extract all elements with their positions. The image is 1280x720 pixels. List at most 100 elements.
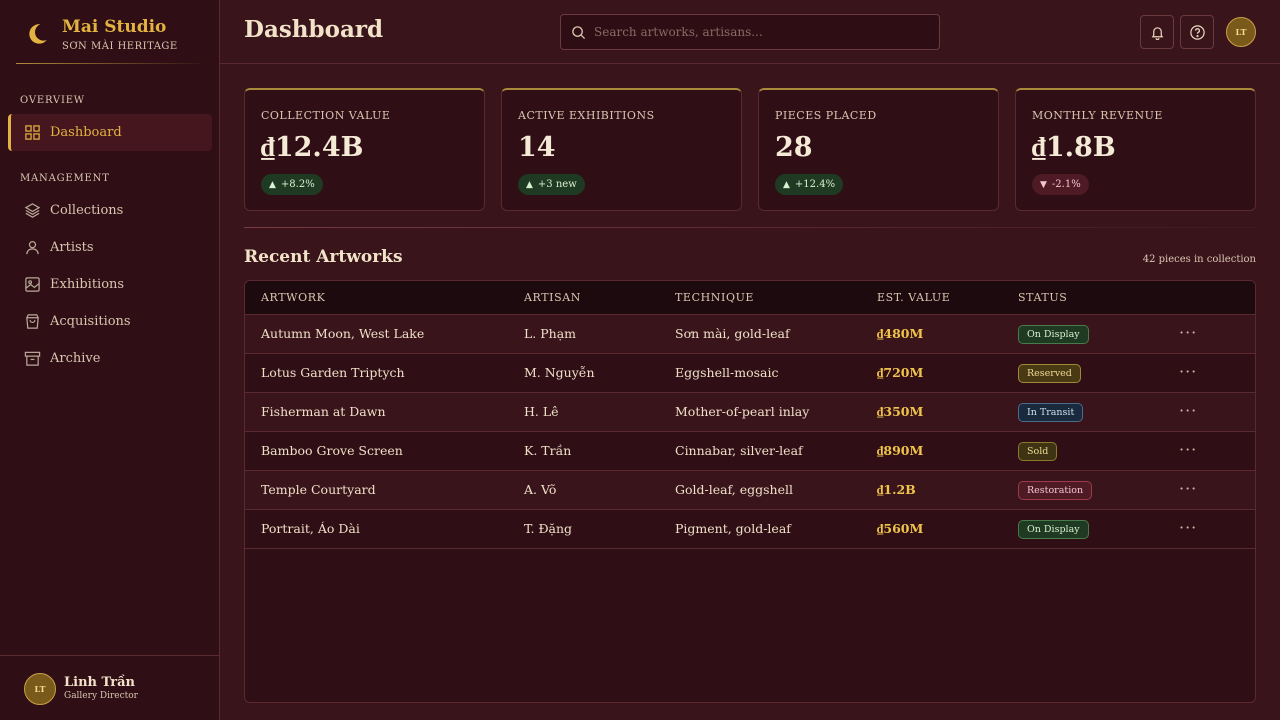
estimated-value: ₫1.2B	[877, 482, 916, 497]
estimated-value: ₫480M	[877, 326, 924, 341]
sidebar-item-label: Artists	[50, 240, 94, 255]
table-row[interactable]: Lotus Garden Triptych M. Nguyễn Eggshell…	[245, 354, 1255, 393]
more-options-icon[interactable]: ···	[1179, 518, 1197, 537]
estimated-value: ₫890M	[877, 443, 924, 458]
help-button[interactable]	[1180, 15, 1214, 49]
table-row[interactable]: Temple Courtyard A. Võ Gold-leaf, eggshe…	[245, 471, 1255, 510]
column-header-value[interactable]: EST. VALUE	[877, 291, 950, 304]
estimated-value: ₫720M	[877, 365, 924, 380]
more-options-icon[interactable]: ···	[1179, 440, 1197, 459]
user-icon	[26, 241, 39, 255]
sidebar-item-label: Collections	[50, 203, 124, 218]
brand-title: Mai Studio	[62, 16, 167, 37]
sidebar-item-acquisitions[interactable]: Acquisitions	[8, 303, 212, 340]
technique: Cinnabar, silver-leaf	[675, 443, 803, 458]
technique: Gold-leaf, eggshell	[675, 482, 793, 497]
sidebar: Mai Studio SƠN MÀI HERITAGE OVERVIEW Das…	[0, 0, 220, 720]
sidebar-item-dashboard[interactable]: Dashboard	[8, 114, 212, 151]
page-title: Dashboard	[244, 16, 384, 43]
notifications-button[interactable]	[1140, 15, 1174, 49]
artwork-title: Bamboo Grove Screen	[261, 443, 403, 458]
layers-icon	[24, 203, 41, 218]
sidebar-item-collections[interactable]: Collections	[8, 192, 212, 229]
artwork-title: Lotus Garden Triptych	[261, 365, 405, 380]
trend-up-icon: ▲	[269, 179, 276, 190]
user-name: Linh Trần	[64, 675, 135, 690]
stat-change: +8.2%	[280, 179, 315, 190]
section-divider	[244, 227, 1256, 228]
trend-up-icon: ▲	[783, 179, 790, 190]
artworks-table: ARTWORK ARTISAN TECHNIQUE EST. VALUE STA…	[244, 280, 1256, 703]
artisan-name: K. Trần	[524, 443, 572, 458]
artisan-name: M. Nguyễn	[524, 365, 595, 380]
status-badge: In Transit	[1018, 403, 1084, 422]
stat-value: 14	[518, 132, 556, 163]
management-label: MANAGEMENT	[20, 173, 110, 184]
table-row[interactable]: Bamboo Grove Screen K. Trần Cinnabar, si…	[245, 432, 1255, 471]
stat-change: +12.4%	[794, 179, 836, 190]
stat-label: COLLECTION VALUE	[261, 109, 391, 122]
stat-card-monthly-revenue[interactable]: MONTHLY REVENUE ₫1.8B ▼ -2.1%	[1015, 88, 1256, 211]
brand[interactable]: Mai Studio SƠN MÀI HERITAGE	[24, 10, 178, 58]
more-options-icon[interactable]: ···	[1179, 401, 1197, 420]
sidebar-item-archive[interactable]: Archive	[8, 340, 212, 377]
table-row[interactable]: Portrait, Áo Dài T. Đặng Pigment, gold-l…	[245, 510, 1255, 549]
trend-down-icon: ▼	[1040, 179, 1047, 190]
stat-card-active-exhibitions[interactable]: ACTIVE EXHIBITIONS 14 ▲ +3 new	[501, 88, 742, 211]
sidebar-item-artists[interactable]: Artists	[8, 229, 212, 266]
top-header: Dashboard LT	[220, 0, 1280, 64]
column-header-artwork[interactable]: ARTWORK	[261, 291, 325, 304]
search-box[interactable]	[560, 14, 940, 50]
stat-value: ₫12.4B	[261, 132, 364, 163]
artisan-name: L. Phạm	[524, 326, 577, 341]
stat-change-badge: ▼ -2.1%	[1032, 174, 1089, 195]
status-badge: On Display	[1018, 325, 1089, 344]
sidebar-item-exhibitions[interactable]: Exhibitions	[8, 266, 212, 303]
more-options-icon[interactable]: ···	[1179, 362, 1197, 381]
artwork-title: Portrait, Áo Dài	[261, 521, 360, 536]
trend-up-icon: ▲	[526, 179, 533, 190]
table-row[interactable]: Fisherman at Dawn H. Lê Mother-of-pearl …	[245, 393, 1255, 432]
estimated-value: ₫560M	[877, 521, 924, 536]
stat-change-badge: ▲ +12.4%	[775, 174, 844, 195]
stat-label: PIECES PLACED	[775, 109, 877, 122]
search-input[interactable]	[594, 25, 914, 39]
brand-divider	[16, 63, 200, 64]
table-row[interactable]: Autumn Moon, West Lake L. Phạm Sơn mài, …	[245, 315, 1255, 354]
collection-count: 42 pieces in collection	[1142, 254, 1256, 265]
sidebar-item-label: Exhibitions	[50, 277, 125, 292]
more-options-icon[interactable]: ···	[1179, 323, 1197, 342]
stat-card-pieces-placed[interactable]: PIECES PLACED 28 ▲ +12.4%	[758, 88, 999, 211]
stat-card-collection-value[interactable]: COLLECTION VALUE ₫12.4B ▲ +8.2%	[244, 88, 485, 211]
header-avatar[interactable]: LT	[1226, 17, 1256, 47]
artisan-name: H. Lê	[524, 404, 559, 419]
technique: Pigment, gold-leaf	[675, 521, 791, 536]
column-header-status[interactable]: STATUS	[1018, 291, 1067, 304]
help-icon	[1189, 24, 1205, 40]
image-icon	[25, 277, 40, 292]
stat-value: 28	[775, 132, 813, 163]
section-title: Recent Artworks	[244, 247, 403, 267]
artwork-title: Fisherman at Dawn	[261, 404, 386, 419]
technique: Mother-of-pearl inlay	[675, 404, 810, 419]
status-badge: Sold	[1018, 442, 1058, 461]
stat-change-badge: ▲ +3 new	[518, 174, 585, 195]
status-badge: On Display	[1018, 520, 1089, 539]
stat-label: MONTHLY REVENUE	[1032, 109, 1163, 122]
sidebar-item-label: Acquisitions	[50, 314, 131, 329]
bell-icon	[1151, 26, 1163, 40]
technique: Eggshell-mosaic	[675, 365, 779, 380]
user-role: Gallery Director	[64, 691, 138, 701]
stat-value: ₫1.8B	[1032, 132, 1116, 163]
artwork-title: Autumn Moon, West Lake	[261, 326, 425, 341]
column-header-artisan[interactable]: ARTISAN	[524, 291, 581, 304]
stat-change: -2.1%	[1051, 179, 1081, 190]
technique: Sơn mài, gold-leaf	[675, 326, 790, 341]
column-header-technique[interactable]: TECHNIQUE	[675, 291, 754, 304]
estimated-value: ₫350M	[877, 404, 924, 419]
more-options-icon[interactable]: ···	[1179, 479, 1197, 498]
status-badge: Reserved	[1018, 364, 1081, 383]
artwork-title: Temple Courtyard	[261, 482, 376, 497]
user-profile[interactable]: LT Linh Trần Gallery Director	[0, 655, 219, 720]
artisan-name: A. Võ	[524, 482, 557, 497]
